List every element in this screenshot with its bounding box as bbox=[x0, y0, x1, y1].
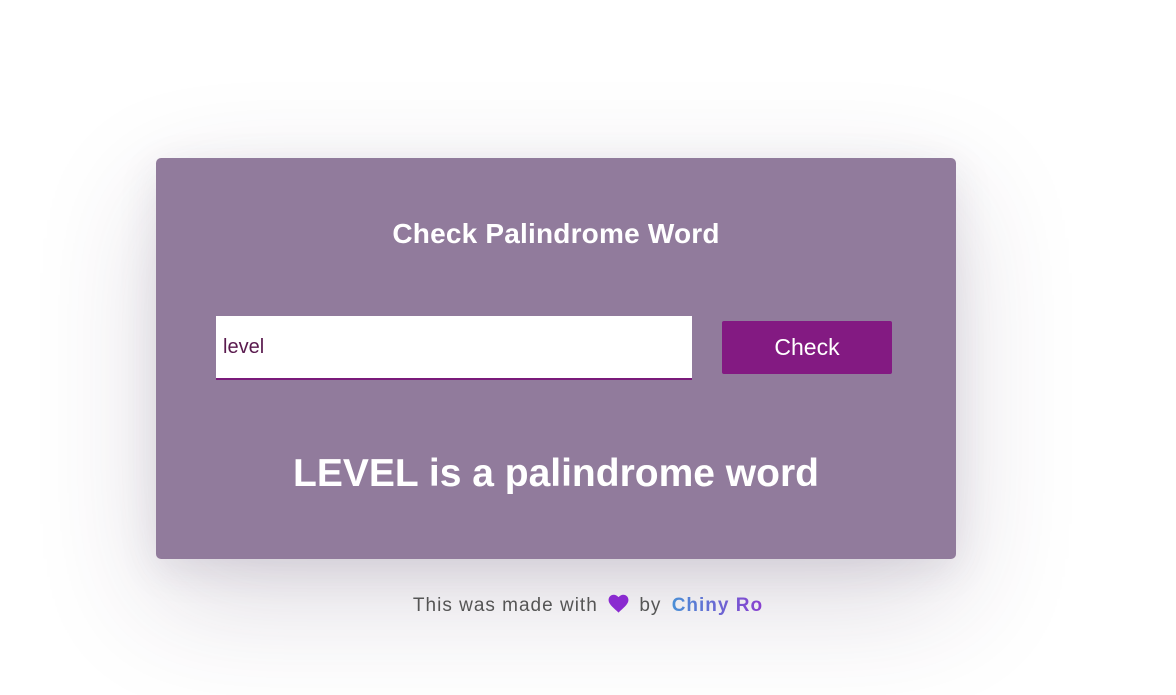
author-link[interactable]: Chiny Ro bbox=[672, 595, 763, 616]
check-button[interactable]: Check bbox=[722, 321, 892, 374]
footer: This was made with by Chiny Ro bbox=[0, 594, 1176, 619]
palindrome-card: Check Palindrome Word Check LEVEL is a p… bbox=[156, 158, 956, 559]
card-title: Check Palindrome Word bbox=[392, 218, 720, 249]
word-input[interactable] bbox=[216, 316, 692, 380]
footer-by: by bbox=[639, 595, 662, 616]
result-text: LEVEL is a palindrome word bbox=[293, 452, 819, 495]
heart-shape bbox=[608, 594, 629, 613]
footer-text: This was made with bbox=[412, 595, 598, 616]
page: Check Palindrome Word Check LEVEL is a p… bbox=[0, 0, 1176, 695]
heart-icon bbox=[608, 594, 629, 619]
